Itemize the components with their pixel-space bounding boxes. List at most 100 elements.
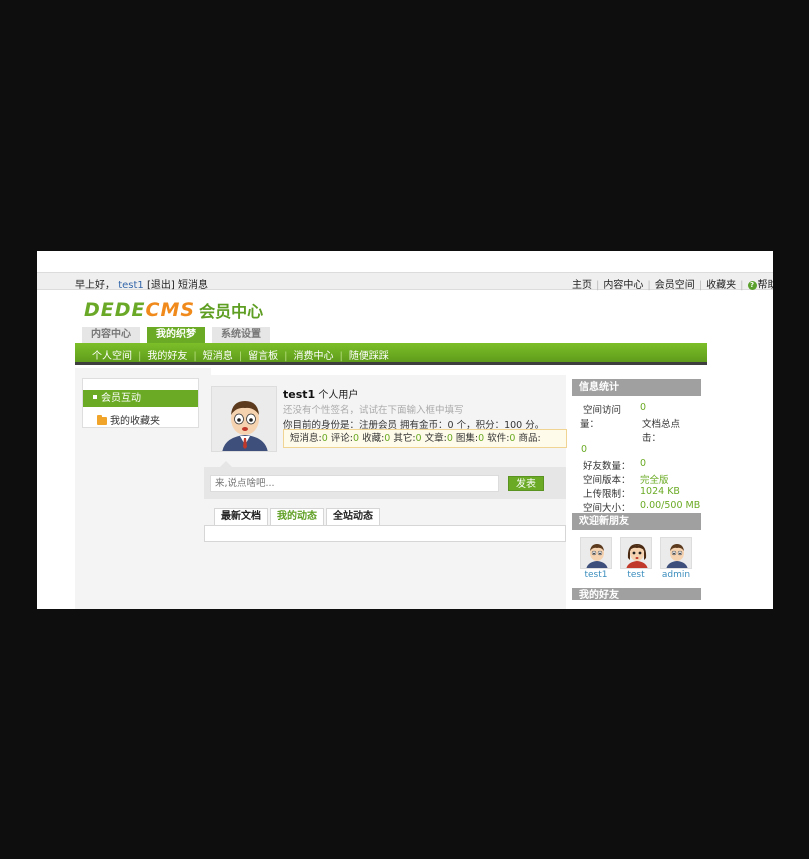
stat-label: 文章: — [424, 433, 447, 444]
status-input[interactable] — [210, 475, 499, 492]
stat-label: 评论: — [330, 433, 353, 444]
menu-item-label: 会员互动 — [101, 393, 141, 404]
site-logo[interactable]: DEDECMS 会员中心 — [84, 298, 263, 322]
nav-consumption[interactable]: 消费中心 — [294, 351, 334, 362]
logo-brand: DEDECMS — [84, 299, 195, 321]
logo-brand-dede: DEDE — [84, 299, 146, 321]
divider: | — [238, 351, 243, 362]
sub-navigation: 个人空间 | 我的好友 | 短消息 | 留言板 | 消费中心 | 随便踩踩 — [75, 343, 707, 365]
version-label: 空间版本： — [583, 475, 631, 486]
stat-label: 其它: — [393, 433, 416, 444]
profile-username[interactable]: test1 — [283, 388, 315, 401]
stat-value[interactable]: 0 — [416, 433, 422, 444]
favorites-link[interactable]: 收藏夹 — [706, 280, 736, 291]
friend-card[interactable]: admin — [660, 537, 692, 580]
stat-value[interactable]: 0 — [322, 433, 328, 444]
signature-hint: 还没有个性签名，试试在下面输入框中填写 — [283, 405, 464, 416]
right-sidebar: 信息统计 空间访问 0 量： 文档总点 击： 0 好友数量： 0 空间版本： 完… — [572, 379, 701, 600]
browser-viewport: 早上好， test1 [退出] 短消息 主页 | 内容中心 | 会员空间 | 收藏夹 |? 帮助… — [37, 251, 773, 609]
welcome-area: 早上好， test1 [退出] 短消息 — [75, 276, 208, 291]
friend-avatar[interactable] — [620, 537, 652, 569]
menu-item-favorites[interactable]: 我的收藏夹 — [97, 412, 160, 427]
avatar-man-icon — [212, 387, 276, 451]
profile-name-line: test1 个人用户 — [283, 386, 563, 401]
avatar-man-icon — [661, 538, 691, 568]
friend-card[interactable]: test1 — [580, 537, 612, 580]
friend-name[interactable]: test1 — [580, 570, 612, 580]
folder-icon — [97, 415, 107, 425]
stat-value[interactable]: 0 — [384, 433, 390, 444]
logout-link[interactable]: [退出] — [147, 280, 175, 291]
main-tabs: 内容中心 我的织梦 系统设置 — [82, 327, 277, 343]
friend-name[interactable]: admin — [660, 570, 692, 580]
visits-label-2: 量： — [580, 419, 600, 430]
bullet-icon — [93, 395, 97, 399]
docs-label-2: 击： — [642, 433, 662, 444]
main-content: test1 个人用户 还没有个性签名，试试在下面输入框中填写 你目前的身份是：注… — [204, 375, 567, 609]
nav-messages[interactable]: 短消息 — [203, 351, 233, 362]
nav-guestbook[interactable]: 留言板 — [248, 351, 278, 362]
size-label: 空间大小： — [583, 503, 631, 514]
stat-value[interactable]: 0 — [353, 433, 359, 444]
divider: | — [339, 351, 343, 362]
new-friends-title: 欢迎新朋友 — [572, 513, 701, 530]
messages-link[interactable]: 短消息 — [178, 280, 208, 291]
friends-value: 0 — [640, 458, 647, 469]
status-post-area: 发表 — [204, 461, 566, 499]
upload-label: 上传限制： — [583, 489, 631, 500]
version-value: 完全版 — [640, 475, 669, 486]
divider: | — [647, 280, 651, 291]
divider: | — [698, 280, 703, 291]
feed-list — [204, 525, 566, 542]
divider: | — [596, 280, 600, 291]
top-bar: 早上好， test1 [退出] 短消息 主页 | 内容中心 | 会员空间 | 收藏夹 |? 帮助 — [37, 272, 773, 291]
menu-item-label: 我的收藏夹 — [110, 416, 160, 427]
visits-label-1: 空间访问 — [583, 405, 622, 416]
logo-subtitle: 会员中心 — [199, 302, 264, 321]
feed-tabs: 最新文档 我的动态 全站动态 — [214, 508, 382, 525]
stat-label: 图集: — [455, 433, 479, 444]
help-link[interactable]: ? 帮助 — [747, 280, 773, 291]
stat-label: 商品: — [518, 433, 541, 444]
friend-avatar[interactable] — [660, 537, 692, 569]
stats-bar: 短消息:0 评论:0 收藏:0 其它:0 文章:0 图集:0 软件:0 商品: — [283, 429, 567, 448]
nav-random-visit[interactable]: 随便踩踩 — [349, 351, 389, 362]
left-menu: 会员互动 我的收藏夹 — [82, 378, 199, 428]
docs-label-1: 文档总点 — [642, 419, 681, 430]
member-space-link[interactable]: 会员空间 — [655, 280, 695, 291]
tab-latest-docs[interactable]: 最新文档 — [214, 508, 268, 525]
tab-my-dream[interactable]: 我的织梦 — [147, 327, 205, 343]
divider: | — [284, 351, 288, 362]
content-center-link[interactable]: 内容中心 — [603, 280, 643, 291]
new-friends-list: test1 test admin — [572, 530, 701, 588]
profile-user-type: 个人用户 — [318, 390, 359, 401]
menu-item-member-interaction[interactable]: 会员互动 — [83, 390, 198, 407]
stat-value[interactable]: 0 — [478, 433, 484, 444]
top-links: 主页 | 内容中心 | 会员空间 | 收藏夹 |? 帮助 — [572, 276, 773, 291]
tab-system-settings[interactable]: 系统设置 — [212, 327, 270, 343]
tab-site-activity[interactable]: 全站动态 — [326, 508, 380, 525]
friend-avatar[interactable] — [580, 537, 612, 569]
home-link[interactable]: 主页 — [572, 280, 592, 291]
friend-card[interactable]: test — [620, 537, 652, 580]
help-icon: ? — [747, 281, 757, 290]
tab-content-center[interactable]: 内容中心 — [82, 327, 140, 343]
profile-info: test1 个人用户 还没有个性签名，试试在下面输入框中填写 你目前的身份是：注… — [283, 386, 563, 431]
info-panel-title: 信息统计 — [572, 379, 701, 396]
friend-name[interactable]: test — [620, 570, 652, 580]
user-avatar[interactable] — [211, 386, 277, 452]
stat-label: 短消息: — [290, 433, 322, 444]
stat-label: 软件: — [487, 433, 510, 444]
pointer-arrow — [220, 461, 232, 467]
nav-my-friends[interactable]: 我的好友 — [147, 351, 187, 362]
docs-value: 0 — [581, 444, 588, 455]
info-panel: 空间访问 0 量： 文档总点 击： 0 好友数量： 0 空间版本： 完全版 上传… — [572, 396, 701, 514]
tab-my-activity[interactable]: 我的动态 — [270, 508, 324, 525]
nav-personal-space[interactable]: 个人空间 — [92, 351, 132, 362]
stat-value[interactable]: 0 — [509, 433, 515, 444]
divider: | — [740, 280, 744, 291]
logo-brand-cms: CMS — [145, 299, 196, 321]
post-button[interactable]: 发表 — [508, 476, 544, 491]
stat-value[interactable]: 0 — [447, 433, 453, 444]
username-link[interactable]: test1 — [118, 280, 144, 291]
